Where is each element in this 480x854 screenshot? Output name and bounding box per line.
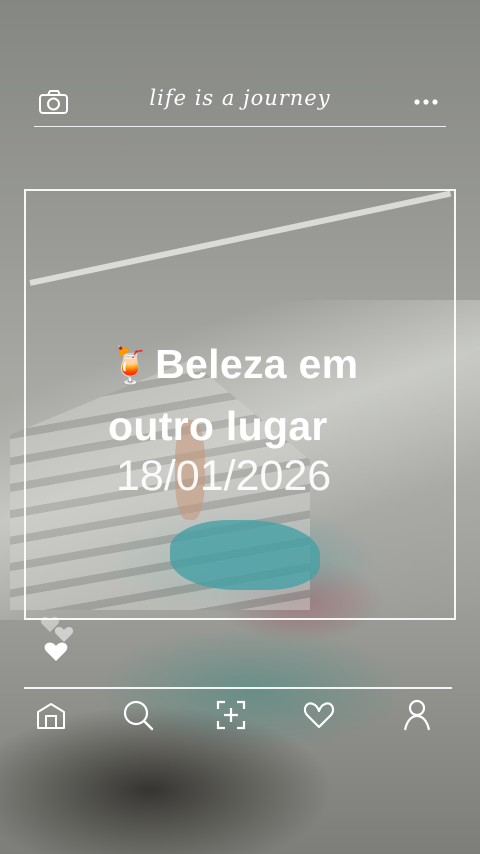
floating-hearts-icon (40, 617, 74, 661)
cocktail-icon: 🍹 (108, 345, 154, 386)
search-icon (123, 700, 154, 731)
reactions[interactable] (38, 610, 80, 670)
heart-icon (303, 702, 335, 729)
nav-search[interactable] (121, 698, 155, 732)
more-dots-icon (414, 99, 438, 105)
add-post-icon (216, 700, 246, 730)
post-date: 18/01/2026 (116, 452, 332, 500)
top-bar: life is a journey (34, 78, 446, 127)
more-options-button[interactable] (412, 92, 442, 112)
app-title: life is a journey (149, 86, 331, 110)
bottom-divider (24, 687, 452, 689)
home-icon (37, 703, 65, 729)
nav-create[interactable] (214, 698, 248, 732)
post-caption: 🍹Beleza em outro lugar (108, 334, 448, 456)
profile-icon (403, 699, 431, 731)
nav-profile[interactable] (400, 698, 434, 732)
nav-likes[interactable] (302, 698, 336, 732)
nav-home[interactable] (34, 698, 68, 732)
